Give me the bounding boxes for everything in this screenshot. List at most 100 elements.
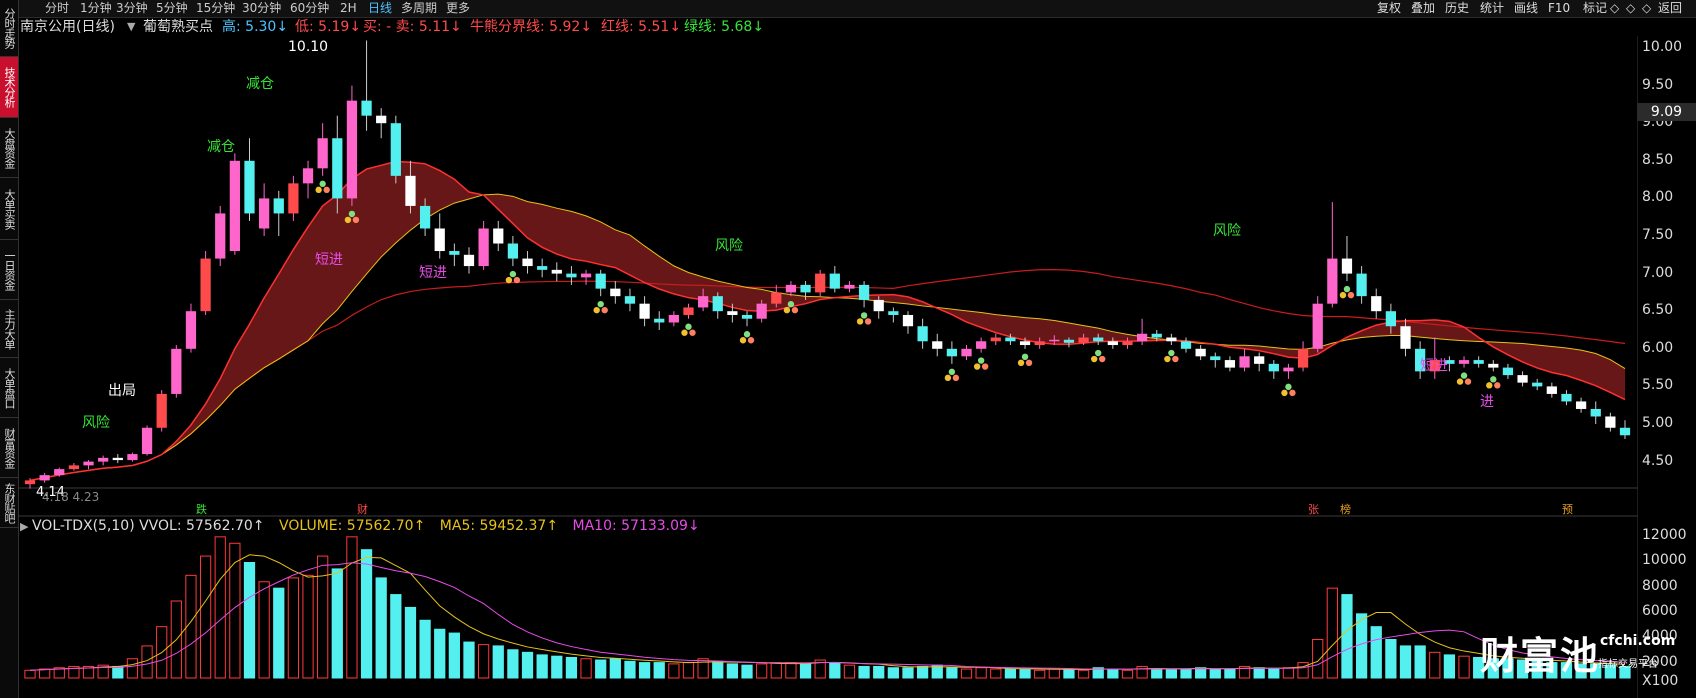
- candle-body: [156, 393, 167, 428]
- candle-body: [98, 457, 109, 462]
- signal-label-9: 进: [1480, 394, 1494, 410]
- volume-bar: [726, 663, 739, 679]
- grape-dot: [593, 306, 600, 314]
- volume-bar: [1019, 668, 1031, 679]
- sidebar-item-6[interactable]: 大单盘口: [0, 358, 18, 418]
- toolbar-button-0[interactable]: 复权: [1377, 0, 1401, 17]
- grape-dot: [977, 357, 985, 364]
- toolbar-button-1[interactable]: 叠加: [1411, 0, 1435, 17]
- signal-label-1: 出局: [108, 383, 136, 399]
- timeframe-5[interactable]: 30分钟: [242, 0, 281, 17]
- event-marker-4[interactable]: 预: [1562, 501, 1573, 517]
- event-marker-3[interactable]: 榜: [1340, 501, 1351, 517]
- grape-dot: [1460, 372, 1468, 379]
- high-value: 高: 5.30↓: [222, 19, 289, 35]
- candle-body: [127, 454, 138, 461]
- sidebar-item-8[interactable]: 东财贴吧: [0, 478, 18, 528]
- timeframe-toolbar: 分时 1分钟 3分钟 5分钟 15分钟 30分钟 60分钟 2H 日线 多周期 更多 复权 叠加 历史统…: [0, 0, 1696, 18]
- signal-label-2: 减仓: [246, 76, 274, 92]
- toolbar-button-9[interactable]: ◇: [1642, 0, 1651, 17]
- volume-bar: [521, 651, 534, 679]
- grape-dot: [1091, 355, 1098, 363]
- timeframe-0[interactable]: 分时: [45, 0, 69, 17]
- grape-dot: [323, 186, 330, 194]
- volume-bar: [1107, 668, 1119, 679]
- grape-dot: [952, 374, 960, 382]
- candle-body: [449, 251, 460, 255]
- volume-bar: [360, 549, 373, 679]
- candle-body: [932, 341, 943, 349]
- dropdown-icon[interactable]: ▼: [127, 18, 135, 36]
- candle-body: [1180, 341, 1192, 349]
- volume-bar: [302, 574, 314, 679]
- timeframe-3[interactable]: 5分钟: [156, 0, 188, 17]
- event-marker-1[interactable]: 财: [357, 501, 368, 517]
- grape-dot: [1494, 382, 1501, 389]
- sidebar-item-2[interactable]: 大盘资金: [0, 118, 18, 178]
- volume-bar: [536, 654, 548, 679]
- toolbar-button-8[interactable]: ◇: [1626, 0, 1635, 17]
- volume-bar: [390, 594, 402, 679]
- kline-chart[interactable]: [18, 36, 1638, 698]
- sidebar-item-7[interactable]: 财富资金: [0, 418, 18, 478]
- grape-dot: [787, 300, 795, 308]
- toolbar-button-5[interactable]: F10: [1548, 0, 1570, 17]
- expand-icon[interactable]: ▶: [20, 520, 32, 533]
- toolbar-button-4[interactable]: 画线: [1514, 0, 1538, 17]
- toolbar-button-10[interactable]: 返回: [1658, 0, 1682, 17]
- sidebar-item-3[interactable]: 大单买卖: [0, 178, 18, 240]
- candle-body: [1561, 393, 1572, 402]
- grape-dot: [597, 300, 604, 308]
- toolbar-button-7[interactable]: ◇: [1610, 0, 1619, 17]
- candle-body: [580, 273, 592, 278]
- price-tick-3: 8.50: [1642, 151, 1674, 168]
- event-marker-2[interactable]: 张: [1308, 501, 1319, 517]
- event-marker-0[interactable]: 跌: [196, 501, 207, 517]
- watermark-domain: cfchi.com: [1600, 633, 1676, 649]
- candle-body: [1268, 363, 1279, 372]
- volume-bar: [1282, 667, 1295, 679]
- candle-body: [888, 311, 899, 315]
- timeframe-1[interactable]: 1分钟: [80, 0, 112, 17]
- candle-body: [493, 228, 504, 244]
- timeframe-8[interactable]: 日线: [368, 0, 392, 17]
- candle-body: [712, 296, 723, 312]
- volume-bar: [799, 663, 812, 679]
- volume-bar: [317, 555, 329, 679]
- toolbar-button-3[interactable]: 统计: [1480, 0, 1504, 17]
- volume-bar: [902, 667, 914, 679]
- candle-body: [1049, 339, 1060, 342]
- candle-body: [39, 475, 50, 481]
- timeframe-4[interactable]: 15分钟: [196, 0, 235, 17]
- timeframe-10[interactable]: 更多: [446, 0, 470, 17]
- candle-body: [785, 284, 797, 293]
- grape-dot: [1017, 359, 1025, 366]
- candle-body: [1385, 311, 1396, 327]
- candle-body: [800, 284, 811, 293]
- toolbar-button-6[interactable]: 标记: [1583, 0, 1607, 17]
- vol-indicator-label: VOL-TDX(5,10) VVOL: 57562.70↑: [31, 518, 265, 534]
- candle-body: [405, 175, 416, 206]
- volume-unit: X100: [1642, 673, 1679, 689]
- volume-bar: [112, 665, 124, 679]
- candle-body: [1122, 341, 1133, 346]
- sidebar-item-0[interactable]: 分时走势: [0, 0, 18, 57]
- volume-bar: [946, 667, 958, 679]
- volume-bar: [916, 665, 929, 679]
- indicator-name[interactable]: 葡萄熟买点: [143, 18, 213, 36]
- timeframe-2[interactable]: 3分钟: [116, 0, 148, 17]
- sidebar-item-1[interactable]: 技术分析: [0, 57, 18, 118]
- sidebar-item-4[interactable]: 一日资金: [0, 240, 18, 300]
- timeframe-6[interactable]: 60分钟: [290, 0, 329, 17]
- timeframe-9[interactable]: 多周期: [401, 0, 437, 17]
- candle-body: [1034, 341, 1045, 346]
- price-tick-5: 7.50: [1642, 227, 1674, 243]
- sidebar-item-5[interactable]: 主力大单: [0, 300, 18, 358]
- toolbar-button-2[interactable]: 历史: [1445, 0, 1469, 17]
- candle-body: [727, 311, 738, 315]
- max-price-label: 10.10: [288, 39, 329, 55]
- candle-body: [1605, 416, 1616, 428]
- candle-body: [259, 198, 270, 229]
- timeframe-7[interactable]: 2H: [340, 0, 357, 17]
- grape-dot: [1486, 382, 1493, 389]
